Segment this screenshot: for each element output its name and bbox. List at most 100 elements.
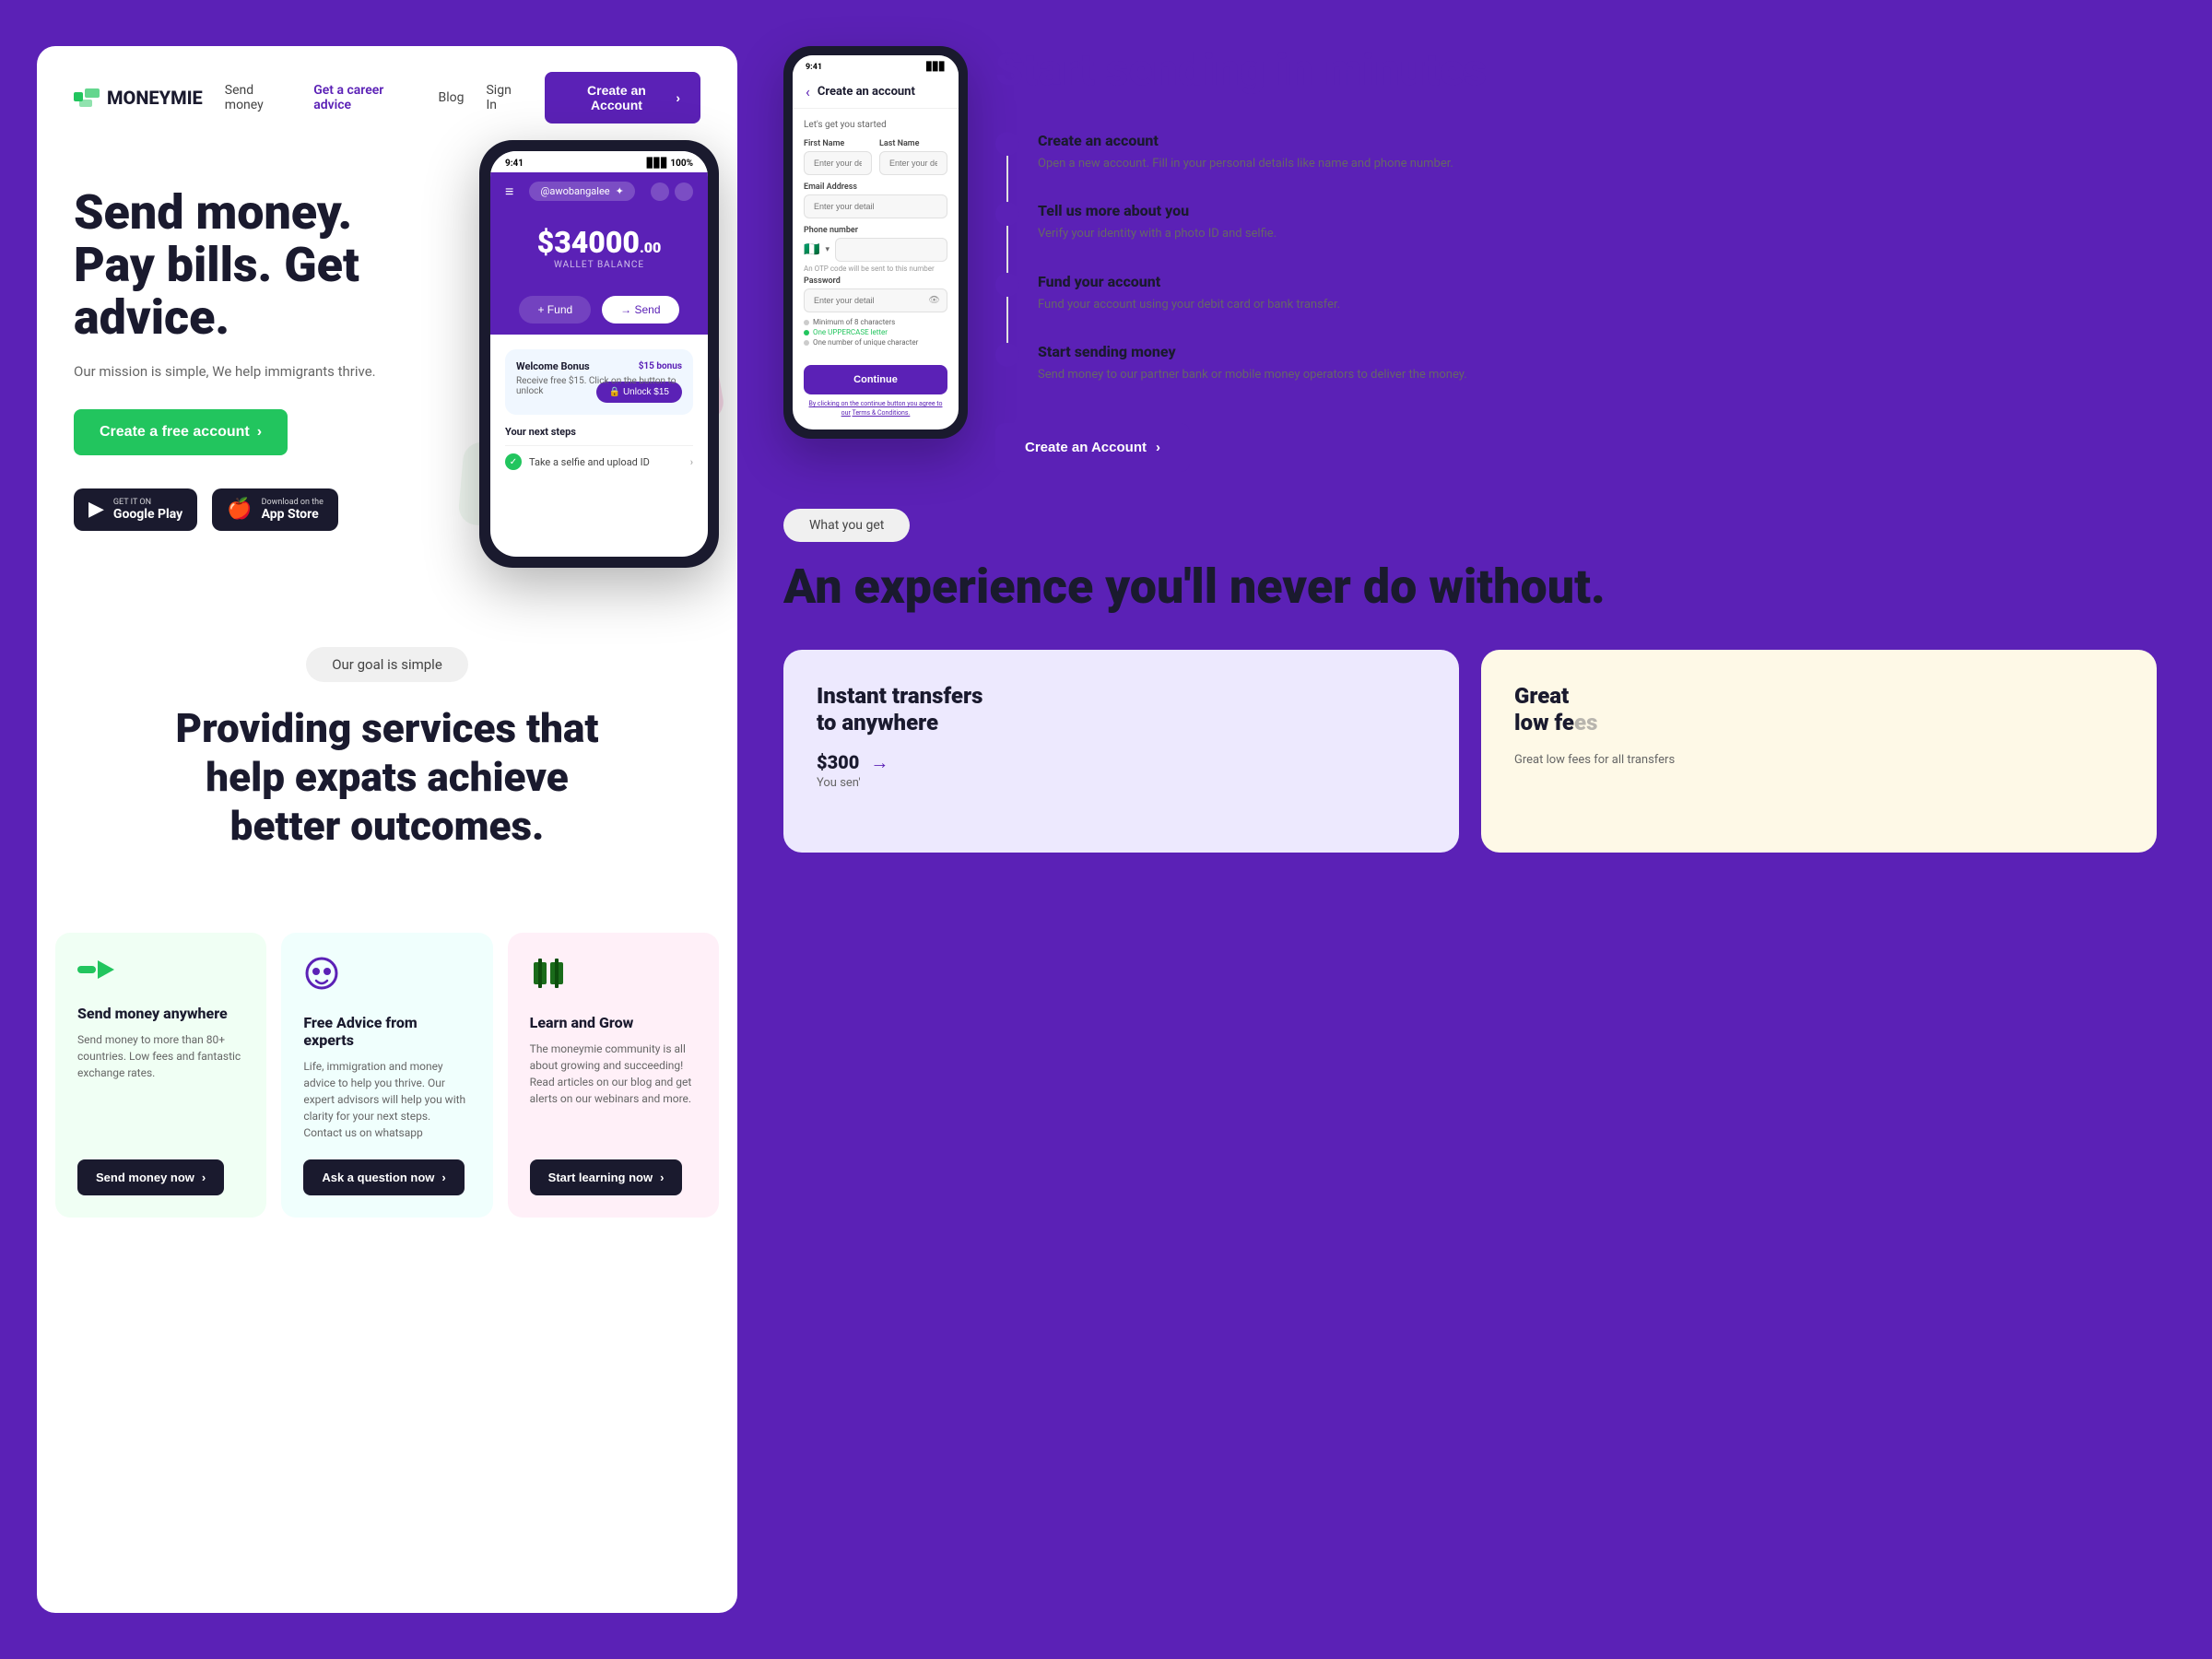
step-dot-2 bbox=[995, 202, 1019, 226]
account-phone-mockup: 9:41 ▊▊▊ ‹ Create an account Let's get y… bbox=[783, 46, 968, 472]
instant-transfers-desc: You sen' bbox=[817, 774, 1426, 793]
great-low-fees-block: Greatlow fees Great low fees for all tra… bbox=[1481, 650, 2157, 853]
first-name-input[interactable] bbox=[804, 151, 872, 175]
step-check-icon: ✓ bbox=[505, 453, 522, 470]
phone-icon2 bbox=[675, 182, 693, 201]
nav-links: Send money Get a career advice Blog bbox=[225, 83, 465, 112]
send-money-desc: Send money to more than 80+ countries. L… bbox=[77, 1031, 244, 1141]
transfer-arrow-icon: → bbox=[870, 751, 888, 774]
play-store-icon: ▶ bbox=[88, 498, 104, 521]
advice-icon bbox=[303, 955, 470, 999]
hint-dot-3 bbox=[804, 340, 809, 346]
step-item-1: Create an account Open a new account. Fi… bbox=[995, 132, 2157, 173]
feature-cards: Send money anywhere Send money to more t… bbox=[37, 933, 737, 1254]
goal-badge: Our goal is simple bbox=[306, 647, 468, 682]
transfer-from: $300 bbox=[817, 751, 859, 773]
apple-icon: 🍎 bbox=[227, 498, 252, 521]
phone-field: Phone number 🇳🇬 ▾ An OTP code will be se… bbox=[804, 226, 947, 273]
step-dot-4 bbox=[995, 343, 1019, 367]
nav-blog[interactable]: Blog bbox=[439, 90, 465, 105]
email-input[interactable] bbox=[804, 194, 947, 218]
goal-section: Our goal is simple Providing services th… bbox=[37, 592, 737, 933]
feature-card-advice: Free Advice from experts Life, immigrati… bbox=[281, 933, 492, 1218]
advice-desc: Life, immigration and money advice to he… bbox=[303, 1058, 470, 1141]
phone-username: @awobangalee ✦ bbox=[529, 182, 634, 201]
send-button[interactable]: → Send bbox=[602, 296, 678, 324]
steps-list: Create an account Open a new account. Fi… bbox=[995, 132, 2157, 384]
right-panel: 9:41 ▊▊▊ ‹ Create an account Let's get y… bbox=[737, 46, 2175, 1613]
hero-section: Send money. Pay bills. Get advice. Our m… bbox=[37, 149, 737, 592]
password-input[interactable] bbox=[804, 288, 947, 312]
google-play-badge[interactable]: ▶ GET IT ON Google Play bbox=[74, 488, 197, 531]
step-2-desc: Verify your identity with a photo ID and… bbox=[1038, 225, 1277, 243]
send-money-title: Send money anywhere bbox=[77, 1005, 244, 1022]
nav-signin[interactable]: Sign In bbox=[486, 83, 522, 112]
phone-icon1 bbox=[651, 182, 669, 201]
nav-send-money[interactable]: Send money bbox=[225, 83, 288, 112]
hero-subtitle: Our mission is simple, We help immigrant… bbox=[74, 363, 406, 380]
password-hints: Minimum of 8 characters One UPPERCASE le… bbox=[804, 318, 947, 356]
learn-icon bbox=[530, 955, 697, 999]
phone-step: ✓ Take a selfie and upload ID › bbox=[505, 445, 693, 477]
acct-back-button[interactable]: ‹ bbox=[806, 83, 810, 100]
hero-title: Send money. Pay bills. Get advice. bbox=[74, 186, 406, 345]
step-2-name: Tell us more about you bbox=[1038, 202, 1277, 219]
navigation: MONEYMIE Send money Get a career advice … bbox=[37, 46, 737, 149]
acct-body: Let's get you started First Name Last Na… bbox=[793, 109, 959, 429]
feature-card-send-money: Send money anywhere Send money to more t… bbox=[55, 933, 266, 1218]
left-panel: MONEYMIE Send money Get a career advice … bbox=[37, 46, 737, 1613]
great-fees-title: Greatlow fees bbox=[1514, 683, 2124, 736]
steps-section-title: Start sending in minutes bbox=[995, 46, 2157, 95]
step-1-desc: Open a new account. Fill in your persona… bbox=[1038, 155, 1453, 173]
password-eye-icon[interactable]: 👁 bbox=[928, 296, 940, 306]
step-4-name: Start sending money bbox=[1038, 343, 1467, 360]
fund-button[interactable]: + Fund bbox=[519, 296, 591, 324]
nav-career-advice[interactable]: Get a career advice bbox=[313, 83, 412, 112]
step-dot-3 bbox=[995, 273, 1019, 297]
acct-header: ‹ Create an account bbox=[793, 76, 959, 109]
advice-title: Free Advice from experts bbox=[303, 1014, 470, 1049]
logo[interactable]: MONEYMIE bbox=[74, 85, 203, 111]
continue-button[interactable]: Continue bbox=[804, 365, 947, 394]
last-name-input[interactable] bbox=[879, 151, 947, 175]
right-cta-account-button[interactable]: Create an Account › bbox=[995, 423, 1190, 472]
send-money-now-button[interactable]: Send money now › bbox=[77, 1159, 224, 1195]
great-fees-desc: Great low fees for all transfers bbox=[1514, 751, 2124, 770]
goal-title: Providing services that help expats achi… bbox=[157, 704, 618, 850]
phone-actions: + Fund → Send bbox=[490, 285, 708, 335]
learn-title: Learn and Grow bbox=[530, 1014, 697, 1031]
nav-cta-button[interactable]: Create an Account › bbox=[545, 72, 700, 124]
store-badges: ▶ GET IT ON Google Play 🍎 Download on th… bbox=[74, 488, 406, 531]
step-4-desc: Send money to our partner bank or mobile… bbox=[1038, 366, 1467, 384]
send-money-icon bbox=[77, 955, 244, 990]
what-you-get-section: What you get An experience you'll never … bbox=[783, 509, 2157, 853]
steps-section: Start sending in minutes Create an accou… bbox=[995, 46, 2157, 472]
hero-phone-mockup: 9:41 ▊▊▊ 100% ≡ @awobangalee ✦ bbox=[479, 140, 719, 568]
step-3-desc: Fund your account using your debit card … bbox=[1038, 296, 1340, 314]
step-dot-1 bbox=[995, 132, 1019, 156]
first-name-field: First Name bbox=[804, 139, 872, 175]
bonus-card: Welcome Bonus $15 bonus Receive free $15… bbox=[505, 349, 693, 415]
phone-input[interactable] bbox=[835, 238, 947, 262]
step-item-3: Fund your account Fund your account usin… bbox=[995, 273, 2157, 314]
hint-dot-2 bbox=[804, 330, 809, 335]
feature-blocks: Instant transfersto anywhere $300 → You … bbox=[783, 650, 2157, 853]
acct-title: Create an account bbox=[818, 85, 915, 99]
last-name-field: Last Name bbox=[879, 139, 947, 175]
phone-nav: ≡ @awobangalee ✦ bbox=[490, 172, 708, 210]
learn-desc: The moneymie community is all about grow… bbox=[530, 1041, 697, 1141]
phone-status-bar: 9:41 ▊▊▊ 100% bbox=[490, 151, 708, 172]
start-learning-button[interactable]: Start learning now › bbox=[530, 1159, 683, 1195]
ask-question-button[interactable]: Ask a question now › bbox=[303, 1159, 464, 1195]
step-1-name: Create an account bbox=[1038, 132, 1453, 149]
step-item-4: Start sending money Send money to our pa… bbox=[995, 343, 2157, 384]
instant-transfers-block: Instant transfersto anywhere $300 → You … bbox=[783, 650, 1459, 853]
create-free-account-button[interactable]: Create a free account › bbox=[74, 409, 288, 455]
phone-balance: $34000.00 WALLET BALANCE bbox=[490, 210, 708, 285]
step-3-name: Fund your account bbox=[1038, 273, 1340, 290]
app-store-badge[interactable]: 🍎 Download on the App Store bbox=[212, 488, 338, 531]
right-top-section: 9:41 ▊▊▊ ‹ Create an account Let's get y… bbox=[783, 46, 2157, 472]
flag-icon: 🇳🇬 bbox=[804, 242, 819, 257]
email-field: Email Address bbox=[804, 182, 947, 218]
hint-dot-1 bbox=[804, 320, 809, 325]
